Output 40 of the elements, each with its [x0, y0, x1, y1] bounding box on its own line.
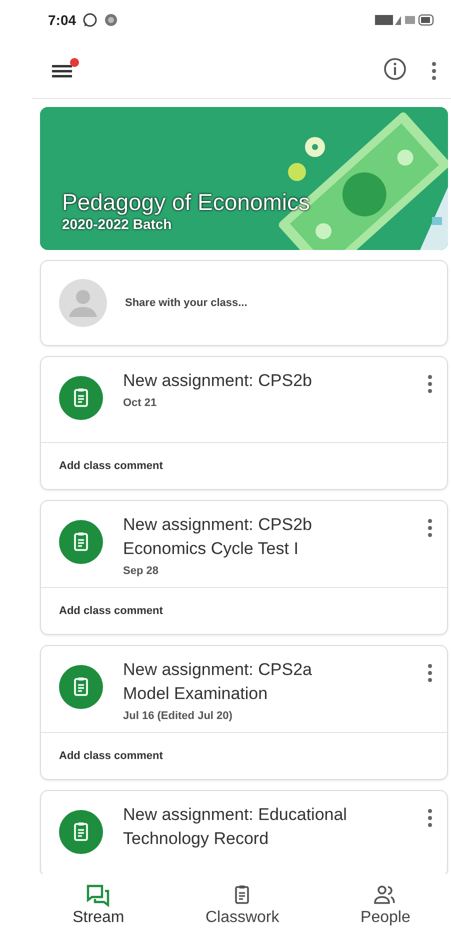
more-icon[interactable] [431, 61, 437, 81]
post-card[interactable]: New assignment: CPS2b Economics Cycle Test I Sep 28 Add class comment [40, 500, 448, 635]
share-placeholder: Share with your class... [125, 297, 248, 309]
post-card[interactable]: New assignment: CPS2b Oct 21 Add class comment [40, 356, 448, 490]
more-icon[interactable] [427, 374, 433, 394]
post-title: New assignment: CPS2b [123, 514, 313, 536]
post-date: Sep 28 [123, 565, 160, 577]
post-title: New assignment: CPS2b [123, 370, 313, 392]
assignment-icon [59, 520, 103, 564]
comment-field[interactable]: Add class comment [41, 732, 447, 779]
post-card[interactable]: New assignment: Educational Technology Record [40, 790, 448, 874]
post-title: New assignment: CPS2a [123, 659, 313, 681]
avatar-icon [59, 279, 107, 327]
nav-tab[interactable]: Classwork [195, 883, 290, 927]
info-icon[interactable] [383, 57, 407, 81]
post-title: Model Examination [123, 683, 269, 705]
assignment-icon [59, 810, 103, 854]
more-icon[interactable] [427, 518, 433, 538]
nav-tab[interactable]: People [350, 883, 420, 927]
nav-tab[interactable]: Stream [62, 883, 134, 927]
chat-icon [85, 883, 112, 907]
share-field[interactable]: Share with your class... [40, 260, 448, 346]
menu-icon[interactable] [52, 58, 79, 80]
assignment-icon [59, 665, 103, 709]
post-date: Oct 21 [123, 397, 158, 409]
more-icon[interactable] [427, 663, 433, 683]
class-subtitle: 2020-2022 Batch [62, 216, 172, 232]
status-time: 7:04 [48, 12, 76, 28]
comment-field[interactable]: Add class comment [41, 442, 447, 489]
more-icon[interactable] [427, 808, 433, 828]
signal-icons [375, 14, 435, 26]
chat-bubble-icon [82, 12, 98, 28]
post-card[interactable]: New assignment: CPS2a Model Examination Jul 16 (Edited Jul 20) Add class comment [40, 645, 448, 780]
assignment-icon [59, 376, 103, 420]
notification-icon [104, 13, 118, 27]
comment-field[interactable]: Add class comment [41, 587, 447, 634]
post-date: Jul 16 (Edited Jul 20) [123, 710, 234, 722]
post-title: Economics Cycle Test I [123, 538, 300, 560]
post-title: New assignment: Educational [123, 804, 348, 826]
post-title: Technology Record [123, 828, 270, 850]
